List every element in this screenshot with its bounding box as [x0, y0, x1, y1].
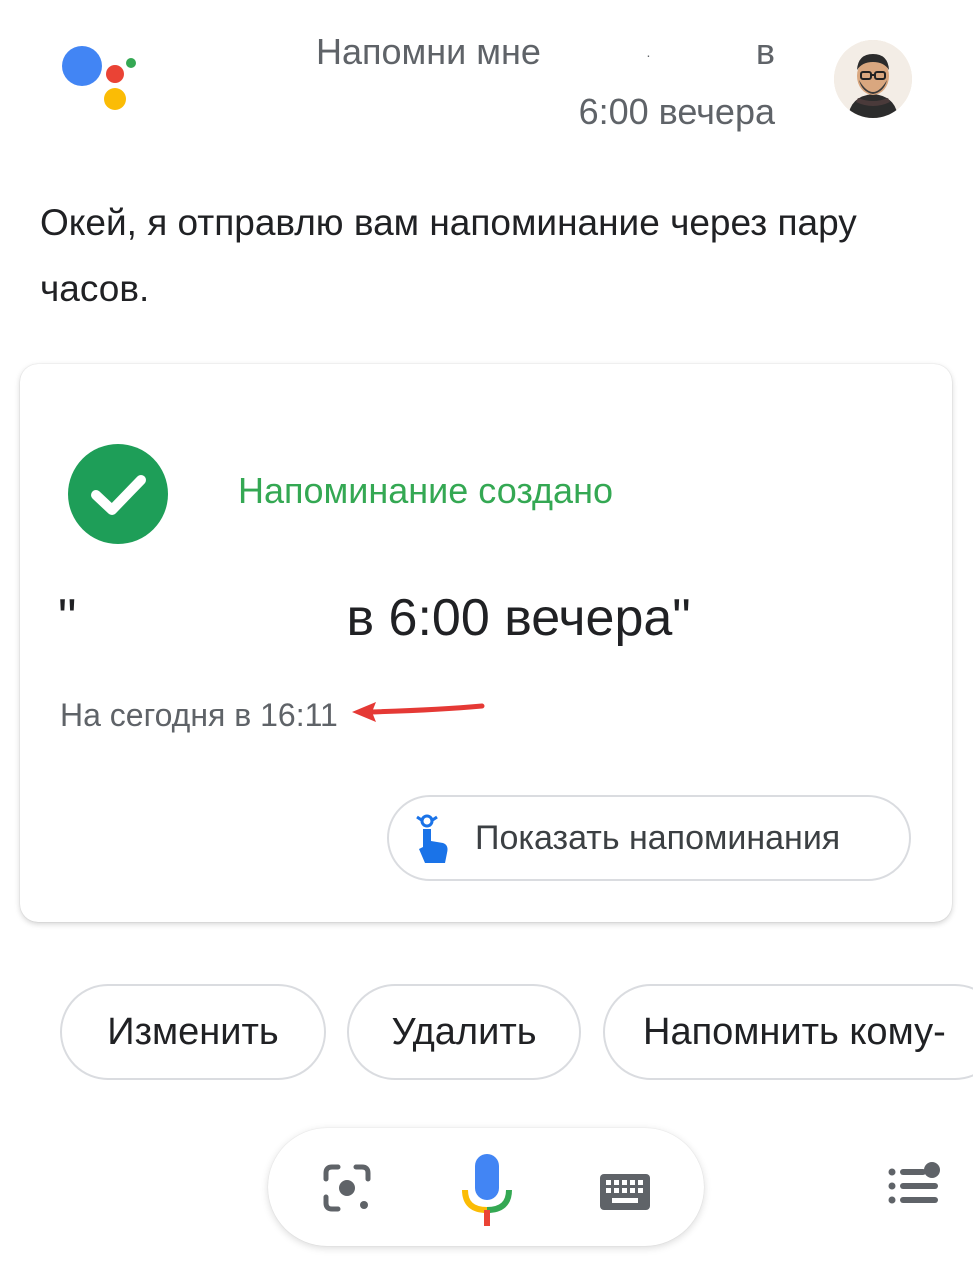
reminder-status: Напоминание создано [238, 470, 613, 511]
reminder-time: На сегодня в 16:11 [60, 697, 338, 733]
reminder-title-open-quote: " [58, 589, 77, 647]
microphone-icon[interactable] [460, 1152, 514, 1228]
show-reminders-label: Показать напоминания [475, 818, 841, 857]
lens-icon[interactable] [322, 1163, 372, 1213]
assistant-reply: Окей, я отправлю вам напоминание через п… [40, 202, 857, 309]
reminder-title: " в 6:00 вечера" [58, 588, 918, 648]
avatar-illustration [834, 40, 912, 118]
user-query: Напомни мне . в 6:00 вечера [300, 22, 775, 142]
reminder-title-text: в 6:00 вечера" [346, 589, 691, 647]
show-reminders-button[interactable]: Показать напоминания [387, 795, 911, 881]
keyboard-icon[interactable] [598, 1172, 652, 1212]
query-line1-end: в [755, 31, 775, 72]
query-line2: 6:00 вечера [578, 91, 775, 132]
query-line1-dot: . [646, 44, 651, 60]
user-avatar[interactable] [834, 40, 912, 118]
edit-chip[interactable]: Изменить [60, 984, 326, 1080]
explore-menu-icon[interactable] [886, 1162, 942, 1212]
remind-someone-chip[interactable]: Напомнить кому- [603, 984, 973, 1080]
check-circle-icon [68, 444, 168, 544]
annotation-arrow [352, 702, 485, 722]
remind-someone-label: Напомнить кому- [643, 1010, 946, 1053]
reminder-finger-icon [416, 814, 448, 863]
delete-chip[interactable]: Удалить [347, 984, 581, 1080]
query-line1-start: Напомни мне [316, 31, 541, 72]
google-assistant-logo [62, 46, 136, 110]
